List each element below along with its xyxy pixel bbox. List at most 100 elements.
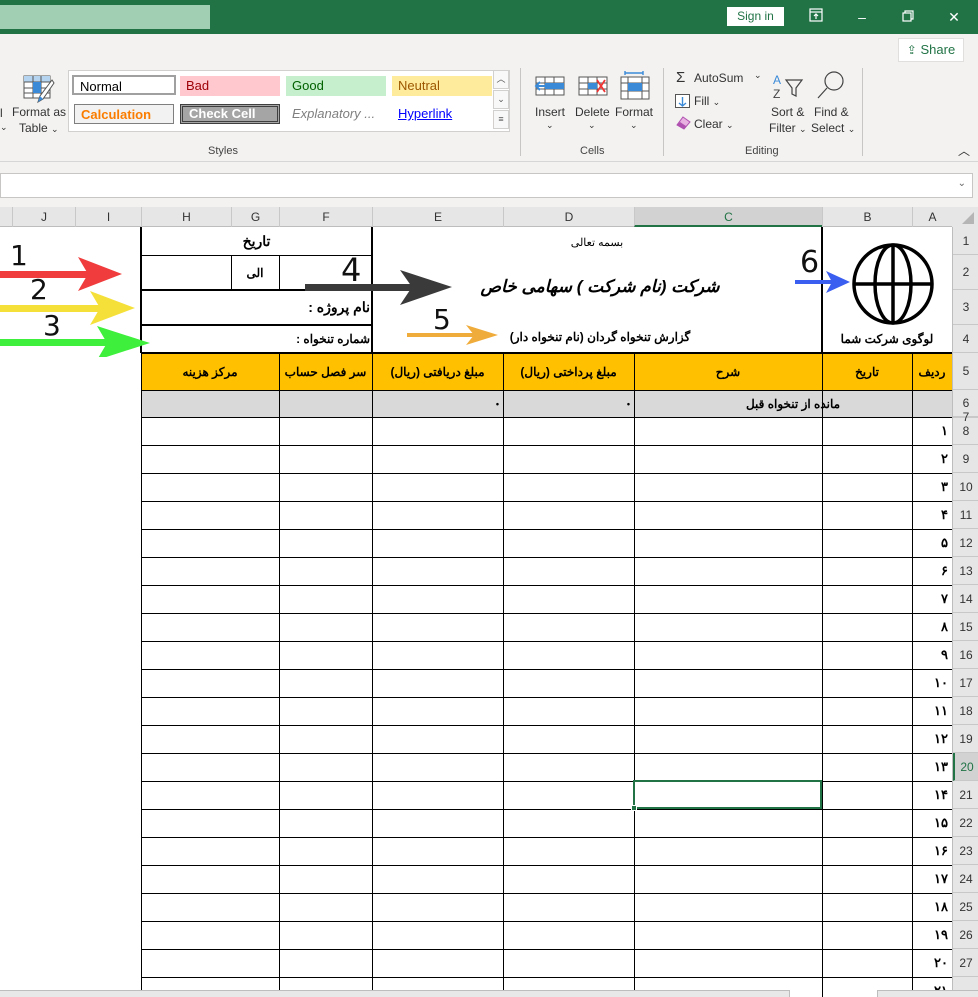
column-header-c[interactable]: C — [634, 207, 822, 227]
row-number-cell[interactable]: ۱۵ — [912, 809, 952, 837]
clear-label[interactable]: Clear ⌄ — [694, 117, 734, 131]
sort-filter-icon[interactable]: AZ — [771, 72, 805, 102]
fill-icon[interactable] — [675, 94, 690, 108]
row-number-cell[interactable]: ۱۷ — [912, 865, 952, 893]
row-header-22[interactable]: 22 — [953, 809, 978, 837]
row-header-23[interactable]: 23 — [953, 837, 978, 865]
row-header-2[interactable]: 2 — [953, 255, 978, 290]
column-header-f[interactable]: F — [279, 207, 372, 227]
expand-formula-bar-icon[interactable]: ⌄ — [958, 178, 966, 189]
gallery-scroll-up-icon[interactable]: ︿ — [493, 70, 509, 89]
column-header-h[interactable]: H — [141, 207, 231, 227]
selected-cell-c20[interactable] — [631, 780, 822, 811]
row-header-12[interactable]: 12 — [953, 529, 978, 557]
row-number-cell[interactable]: ۷ — [912, 585, 952, 613]
select-all-button[interactable] — [952, 207, 978, 227]
horizontal-scrollbar[interactable] — [0, 990, 790, 997]
row-header-5[interactable]: 5 — [953, 353, 978, 390]
row-number-cell[interactable]: ۱۱ — [912, 697, 952, 725]
autosum-label[interactable]: AutoSum — [694, 71, 743, 85]
find-select-label-1[interactable]: Find & — [814, 105, 849, 119]
search-box[interactable] — [0, 5, 210, 29]
style-explanatory[interactable]: Explanatory ... — [286, 104, 386, 124]
column-header-j[interactable]: J — [12, 207, 75, 227]
column-header-g[interactable]: G — [231, 207, 279, 227]
gallery-more-icon[interactable]: ≡ — [493, 110, 509, 129]
find-select-icon[interactable] — [815, 70, 847, 102]
format-as-table-icon[interactable] — [22, 74, 56, 104]
row-header-14[interactable]: 14 — [953, 585, 978, 613]
find-select-label-2[interactable]: Select ⌄ — [811, 121, 855, 135]
column-header-e[interactable]: E — [372, 207, 503, 227]
format-as-table-label-2[interactable]: Table ⌄ — [19, 121, 59, 135]
row-number-cell[interactable]: ۱۴ — [912, 781, 952, 809]
minimize-icon[interactable]: – — [851, 6, 873, 28]
insert-label[interactable]: Insert — [535, 105, 565, 119]
row-number-cell[interactable]: ۶ — [912, 557, 952, 585]
delete-label[interactable]: Delete — [575, 105, 610, 119]
worksheet-grid[interactable]: تاریخ الی نام پروژه : شماره تنخواه : بسم… — [0, 227, 952, 997]
gallery-scroll-down-icon[interactable]: ⌄ — [493, 90, 509, 109]
column-header-d[interactable]: D — [503, 207, 634, 227]
row-header-20[interactable]: 20 — [953, 753, 978, 781]
format-as-table-label-1[interactable]: Format as — [12, 105, 66, 119]
fill-label[interactable]: Fill ⌄ — [694, 94, 720, 108]
row-number-cell[interactable]: ۸ — [912, 613, 952, 641]
sort-filter-label-2[interactable]: Filter ⌄ — [769, 121, 807, 135]
row-header-25[interactable]: 25 — [953, 893, 978, 921]
row-header-8[interactable]: 8 — [953, 417, 978, 445]
sheet-tab-area[interactable] — [877, 990, 978, 997]
row-number-cell[interactable]: ۳ — [912, 473, 952, 501]
ribbon-display-icon[interactable] — [805, 6, 827, 28]
fill-handle[interactable] — [631, 805, 637, 811]
row-header-13[interactable]: 13 — [953, 557, 978, 585]
row-header-26[interactable]: 26 — [953, 921, 978, 949]
row-header-17[interactable]: 17 — [953, 669, 978, 697]
column-header-b[interactable]: B — [822, 207, 912, 227]
row-number-cell[interactable]: ۱ — [912, 417, 952, 445]
row-header-10[interactable]: 10 — [953, 473, 978, 501]
style-neutral[interactable]: Neutral — [392, 76, 492, 96]
row-header-9[interactable]: 9 — [953, 445, 978, 473]
row-header-21[interactable]: 21 — [953, 781, 978, 809]
close-icon[interactable]: ✕ — [943, 6, 965, 28]
row-number-cell[interactable]: ۱۹ — [912, 921, 952, 949]
autosum-chevron-icon[interactable]: ⌄ — [754, 70, 762, 81]
row-number-cell[interactable]: ۱۰ — [912, 669, 952, 697]
style-bad[interactable]: Bad — [180, 76, 280, 96]
share-button[interactable]: ⇪ Share — [898, 38, 964, 62]
delete-cells-icon[interactable] — [577, 74, 609, 100]
restore-icon[interactable] — [897, 6, 919, 28]
row-header-3[interactable]: 3 — [953, 290, 978, 325]
row-number-cell[interactable]: ۴ — [912, 501, 952, 529]
formula-input[interactable]: ⌄ — [0, 173, 973, 198]
row-header-4[interactable]: 4 — [953, 325, 978, 353]
row-number-cell[interactable]: ۵ — [912, 529, 952, 557]
format-label[interactable]: Format — [615, 105, 653, 119]
clear-eraser-icon[interactable] — [675, 116, 691, 130]
row-header-1[interactable]: 1 — [953, 227, 978, 255]
row-header-18[interactable]: 18 — [953, 697, 978, 725]
column-header-a[interactable]: A — [912, 207, 952, 227]
row-header-27[interactable]: 27 — [953, 949, 978, 977]
collapse-ribbon-icon[interactable]: ︿ — [958, 142, 970, 159]
row-number-cell[interactable]: ۱۶ — [912, 837, 952, 865]
row-number-cell[interactable]: ۱۳ — [912, 753, 952, 781]
style-check-cell[interactable]: Check Cell — [180, 104, 280, 124]
row-header-24[interactable]: 24 — [953, 865, 978, 893]
row-number-cell[interactable]: ۲۰ — [912, 949, 952, 977]
column-header-i[interactable]: I — [75, 207, 141, 227]
conditional-formatting-partial[interactable]: l — [0, 106, 3, 120]
style-normal[interactable]: Normal — [72, 75, 176, 95]
row-number-cell[interactable]: ۹ — [912, 641, 952, 669]
row-header-16[interactable]: 16 — [953, 641, 978, 669]
row-number-cell[interactable]: ۲ — [912, 445, 952, 473]
style-good[interactable]: Good — [286, 76, 386, 96]
row-number-cell[interactable]: ۱۸ — [912, 893, 952, 921]
sign-in-button[interactable]: Sign in — [727, 7, 784, 26]
row-header-15[interactable]: 15 — [953, 613, 978, 641]
style-calculation[interactable]: Calculation — [74, 104, 174, 124]
sort-filter-label-1[interactable]: Sort & — [771, 105, 804, 119]
style-hyperlink[interactable]: Hyperlink — [392, 104, 492, 124]
row-header-19[interactable]: 19 — [953, 725, 978, 753]
